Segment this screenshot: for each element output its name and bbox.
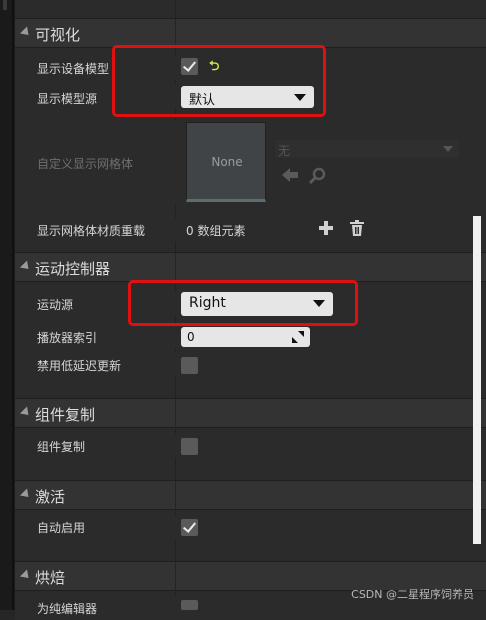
mesh-thumbnail[interactable]: None: [186, 122, 266, 202]
player-index-spinbox[interactable]: 0: [181, 327, 310, 347]
highlight-box-visualization: [112, 45, 326, 117]
row-display-mesh-material-overrides: 显示网格体材质重载: [15, 218, 486, 242]
label-motion-source: 运动源: [37, 298, 74, 312]
row-component-replicates: 组件复制: [15, 434, 486, 458]
search-icon[interactable]: [309, 167, 327, 185]
highlight-box-motion-source: [128, 280, 358, 326]
editor-only-checkbox[interactable]: [181, 600, 198, 610]
component-replicates-checkbox[interactable]: [181, 438, 198, 455]
chevron-down-icon: [443, 146, 453, 152]
arrow-left-icon[interactable]: [281, 167, 299, 183]
label-component-replicates: 组件复制: [37, 440, 86, 454]
disable-low-latency-update-checkbox[interactable]: [181, 357, 198, 374]
collapse-arrow-icon[interactable]: [19, 569, 33, 582]
collapse-arrow-icon[interactable]: [19, 406, 33, 419]
plus-icon[interactable]: [319, 221, 333, 235]
vertical-scrollbar[interactable]: [473, 216, 481, 544]
material-overrides-count: 0 数组元素: [186, 224, 246, 238]
label-editor-only: 为纯编辑器: [37, 602, 98, 616]
row-auto-activate: 自动启用: [15, 515, 486, 539]
mesh-asset-picker[interactable]: 无: [274, 139, 460, 159]
resize-arrows-icon: [292, 331, 304, 343]
label-display-mesh-material-overrides: 显示网格体材质重载: [37, 224, 146, 238]
category-visualization[interactable]: 可视化: [15, 18, 486, 49]
category-activation[interactable]: 激活: [15, 480, 486, 511]
category-title: 烘焙: [35, 569, 66, 587]
label-player-index: 播放器索引: [37, 331, 98, 345]
label-display-model-source: 显示模型源: [37, 92, 98, 106]
row-disable-low-latency-update: 禁用低延迟更新: [15, 353, 486, 377]
category-motion-controller[interactable]: 运动控制器: [15, 252, 486, 283]
label-show-device-model: 显示设备模型: [37, 62, 110, 76]
category-component-replication[interactable]: 组件复制: [15, 398, 486, 429]
category-title: 可视化: [35, 26, 81, 44]
left-panel-edge: [0, 0, 15, 610]
asset-picker-value: 无: [278, 144, 291, 158]
thumbnail-label: None: [211, 155, 243, 169]
watermark: CSDN @二星程序饲养员: [351, 588, 474, 601]
spinbox-value: 0: [187, 330, 195, 344]
collapse-arrow-icon[interactable]: [19, 260, 33, 273]
category-title: 激活: [35, 488, 66, 506]
trash-icon[interactable]: [350, 220, 364, 236]
category-title: 组件复制: [35, 406, 96, 424]
collapse-arrow-icon[interactable]: [19, 488, 33, 501]
label-auto-activate: 自动启用: [37, 521, 86, 535]
auto-activate-checkbox[interactable]: [181, 519, 198, 536]
label-custom-display-mesh: 自定义显示网格体: [37, 157, 134, 171]
collapse-arrow-icon[interactable]: [19, 26, 33, 39]
label-disable-low-latency-update: 禁用低延迟更新: [37, 359, 122, 373]
category-title: 运动控制器: [35, 260, 111, 278]
